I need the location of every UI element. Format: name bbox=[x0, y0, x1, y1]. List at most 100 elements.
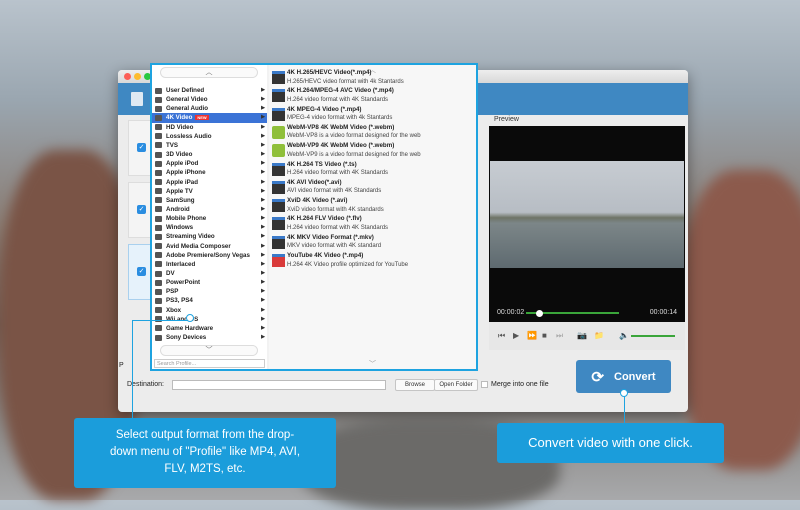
xbox-icon bbox=[155, 307, 162, 314]
seek-handle[interactable] bbox=[536, 309, 544, 317]
powerpoint-icon bbox=[155, 279, 162, 286]
category-apple-ipod[interactable]: Apple iPod ▶ bbox=[152, 159, 267, 168]
category-ps3-ps4[interactable]: PS3, PS4 ▶ bbox=[152, 296, 267, 305]
category-label: Apple TV bbox=[166, 187, 193, 195]
preview-label: Preview bbox=[494, 116, 519, 123]
category-general-video[interactable]: General Video ▶ bbox=[152, 95, 267, 104]
seek-bar[interactable] bbox=[526, 309, 619, 317]
category-mobile-phone[interactable]: Mobile Phone ▶ bbox=[152, 214, 267, 223]
category-windows[interactable]: Windows ▶ bbox=[152, 223, 267, 232]
sony-icon bbox=[155, 334, 162, 341]
chevron-right-icon: ▶ bbox=[261, 334, 265, 341]
category-label: HD Video bbox=[166, 123, 194, 131]
callout-connector bbox=[132, 320, 133, 420]
game-icon bbox=[155, 325, 162, 332]
total-time: 00:00:14 bbox=[649, 309, 677, 316]
format-item[interactable]: 4K H.264/MPEG-4 AVC Video (*.mp4) H.264 v… bbox=[269, 87, 476, 105]
appletv-icon bbox=[155, 188, 162, 195]
category-label: General Video bbox=[166, 96, 208, 104]
category-lossless-audio[interactable]: Lossless Audio ▶ bbox=[152, 132, 267, 141]
4k-format-icon bbox=[272, 71, 285, 84]
category-xbox[interactable]: Xbox ▶ bbox=[152, 306, 267, 315]
category-avid-media-composer[interactable]: Avid Media Composer ▶ bbox=[152, 242, 267, 251]
format-item[interactable]: 4K MPEG-4 Video (*.mp4) MPEG-4 video form… bbox=[269, 106, 476, 124]
snapshot-icon[interactable]: 📷 bbox=[577, 331, 587, 340]
format-item[interactable]: XviD 4K Video (*.avi) XviD video format w… bbox=[269, 197, 476, 215]
file-checkbox[interactable]: ✓ bbox=[137, 143, 146, 152]
scroll-down-icon[interactable]: ﹀ bbox=[269, 359, 476, 369]
chevron-right-icon: ▶ bbox=[261, 205, 265, 212]
format-item[interactable]: WebM-VP8 4K WebM Video (*.webm) WebM-VP8 … bbox=[269, 124, 476, 142]
category-label: Apple iPhone bbox=[166, 169, 206, 177]
category-apple-ipad[interactable]: Apple iPad ▶ bbox=[152, 178, 267, 187]
format-item[interactable]: 4K AVI Video(*.avi) AVI video format with… bbox=[269, 179, 476, 197]
format-title: WebM-VP8 4K WebM Video (*.webm) bbox=[287, 123, 395, 131]
scroll-down-button[interactable]: ﹀ bbox=[160, 345, 258, 356]
category-4k-video[interactable]: 4K Video NEW ▶ bbox=[152, 113, 267, 123]
category-psp[interactable]: PSP ▶ bbox=[152, 287, 267, 296]
convert-label: Convert bbox=[614, 370, 656, 383]
format-item[interactable]: 4K H.264 TS Video (*.ts) H.264 video form… bbox=[269, 161, 476, 179]
format-description: H.264 video format with 4K Standards bbox=[287, 96, 389, 103]
category-apple-tv[interactable]: Apple TV ▶ bbox=[152, 187, 267, 196]
new-badge: NEW bbox=[195, 115, 209, 121]
format-description: WebM-VP9 is a video format designed for … bbox=[287, 151, 421, 158]
category-tvs[interactable]: TVS ▶ bbox=[152, 141, 267, 150]
format-item[interactable]: WebM-VP9 4K WebM Video (*.webm) WebM-VP9 … bbox=[269, 142, 476, 160]
category-user-defined[interactable]: User Defined ▶ bbox=[152, 86, 267, 95]
format-item[interactable]: YouTube 4K Video (*.mp4) H.264 4K Video p… bbox=[269, 252, 476, 270]
stop-icon[interactable]: ■ bbox=[542, 331, 547, 340]
category-dv[interactable]: DV ▶ bbox=[152, 269, 267, 278]
previous-icon[interactable]: ⏮ bbox=[498, 331, 505, 341]
chevron-right-icon: ▶ bbox=[261, 315, 265, 322]
file-checkbox[interactable]: ✓ bbox=[137, 267, 146, 276]
category-general-audio[interactable]: General Audio ▶ bbox=[152, 104, 267, 113]
category-label: Streaming Video bbox=[166, 233, 215, 241]
tv-icon bbox=[155, 142, 162, 149]
format-item[interactable]: 4K H.265/HEVC Video(*.mp4) H.265/HEVC vid… bbox=[269, 69, 476, 87]
category-3d-video[interactable]: 3D Video ▶ bbox=[152, 150, 267, 159]
chevron-right-icon: ▶ bbox=[261, 169, 265, 176]
file-checkbox[interactable]: ✓ bbox=[137, 205, 146, 214]
format-description: H.264 4K Video profile optimized for You… bbox=[287, 261, 409, 268]
minimize-window-button[interactable] bbox=[134, 73, 141, 80]
open-folder-button[interactable]: Open Folder bbox=[434, 379, 478, 391]
category-label: TVS bbox=[166, 141, 179, 149]
category-adobe-premiere-sony-vegas[interactable]: Adobe Premiere/Sony Vegas ▶ bbox=[152, 251, 267, 260]
4k-format-icon bbox=[272, 89, 285, 103]
next-icon[interactable]: ⏭ bbox=[556, 331, 563, 341]
format-description: XviD video format with 4K standards bbox=[287, 206, 384, 213]
format-item[interactable]: 4K H.264 FLV Video (*.flv) H.264 video fo… bbox=[269, 215, 476, 233]
close-window-button[interactable] bbox=[124, 73, 131, 80]
category-sony-devices[interactable]: Sony Devices ▶ bbox=[152, 333, 267, 342]
category-hd-video[interactable]: HD Video ▶ bbox=[152, 123, 267, 132]
volume-slider[interactable] bbox=[631, 335, 675, 337]
current-time: 00:00:02 bbox=[497, 309, 525, 316]
category-streaming-video[interactable]: Streaming Video ▶ bbox=[152, 232, 267, 241]
merge-checkbox[interactable] bbox=[481, 381, 488, 388]
category-interlaced[interactable]: Interlaced ▶ bbox=[152, 260, 267, 269]
webm-format-icon bbox=[272, 144, 285, 158]
scroll-up-button[interactable]: ︿ bbox=[160, 67, 258, 78]
category-android[interactable]: Android ▶ bbox=[152, 205, 267, 214]
browse-button[interactable]: Browse bbox=[395, 379, 435, 391]
profile-callout: Select output format from the drop-down … bbox=[74, 418, 336, 488]
category-apple-iphone[interactable]: Apple iPhone ▶ bbox=[152, 168, 267, 177]
category-powerpoint[interactable]: PowerPoint ▶ bbox=[152, 278, 267, 287]
destination-input[interactable] bbox=[172, 380, 386, 390]
play-icon[interactable]: ▶ bbox=[513, 331, 519, 340]
category-samsung[interactable]: SamSung ▶ bbox=[152, 196, 267, 205]
format-item[interactable]: 4K MKV Video Format (*.mkv) MKV video for… bbox=[269, 234, 476, 252]
volume-icon[interactable]: 🔈 bbox=[619, 331, 629, 340]
avid-icon bbox=[155, 243, 162, 250]
folder-icon[interactable]: 📁 bbox=[594, 331, 604, 340]
chevron-right-icon: ▶ bbox=[261, 260, 265, 267]
convert-callout: Convert video with one click. bbox=[497, 423, 724, 463]
format-description: WebM-VP8 is a video format designed for … bbox=[287, 133, 421, 140]
add-file-icon[interactable] bbox=[131, 92, 143, 106]
category-game-hardware[interactable]: Game Hardware ▶ bbox=[152, 324, 267, 333]
fast-forward-icon[interactable]: ⏩ bbox=[527, 331, 537, 340]
category-label: Mobile Phone bbox=[166, 215, 207, 223]
category-label: SamSung bbox=[166, 196, 195, 204]
search-profile-input[interactable]: Search Profile... bbox=[154, 359, 265, 368]
